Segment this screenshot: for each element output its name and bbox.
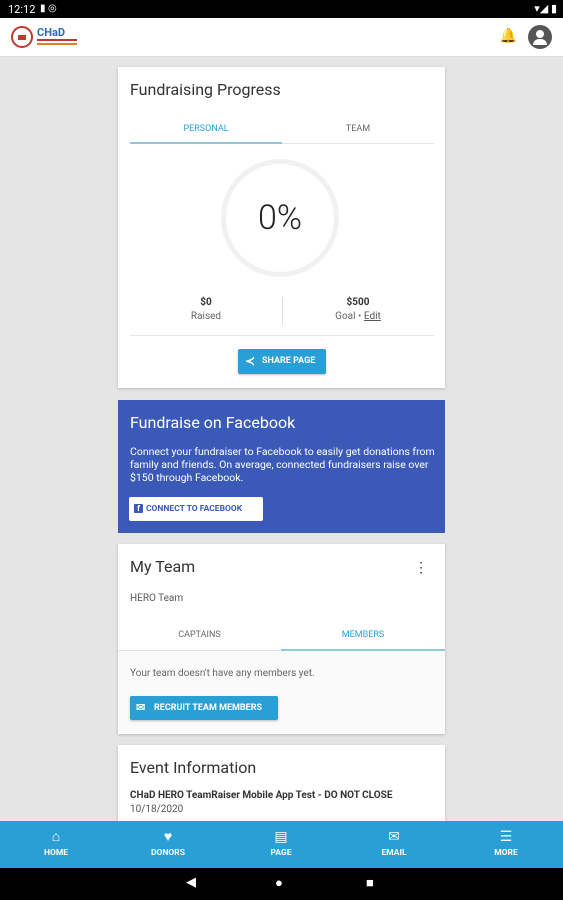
raised-stat: $0 Raised	[130, 297, 282, 322]
fundraising-progress-card: Fundraising Progress PERSONAL TEAM 0% $0…	[118, 67, 445, 388]
menu-icon: ☰	[499, 829, 513, 845]
more-vert-icon[interactable]: ⋮	[414, 560, 428, 576]
status-bar: 12:12 ▮ ◎ ▾◢ ▮	[0, 0, 563, 18]
bottom-navigation: ⌂ HOME ♥ DONORS ▤ PAGE ✉ EMAIL ☰ MORE	[0, 821, 563, 868]
goal-label: Goal •	[335, 311, 362, 322]
nav-more[interactable]: ☰ MORE	[450, 821, 562, 868]
recents-icon[interactable]: ■	[366, 875, 374, 891]
logo-text: CHaD	[37, 26, 65, 39]
progress-percent: 0%	[258, 198, 302, 238]
app-bar: CHaD 🔔	[0, 18, 563, 57]
page-icon: ▤	[274, 829, 288, 845]
tab-team[interactable]: TEAM	[282, 115, 434, 143]
tab-captains[interactable]: CAPTAINS	[118, 620, 281, 650]
team-members-panel: Your team doesn't have any members yet. …	[118, 651, 445, 734]
edit-goal-link[interactable]: Edit	[364, 311, 381, 322]
share-icon: ≺	[245, 354, 256, 368]
card-title: Fundraising Progress	[130, 80, 281, 99]
facebook-description: Connect your fundraiser to Facebook to e…	[130, 445, 435, 484]
empty-team-message: Your team doesn't have any members yet.	[130, 668, 315, 679]
team-tabs: CAPTAINS MEMBERS	[118, 620, 445, 651]
team-name: HERO Team	[130, 593, 184, 604]
facebook-icon: f	[134, 504, 143, 513]
progress-tabs: PERSONAL TEAM	[130, 115, 434, 144]
share-page-button[interactable]: ≺ SHARE PAGE	[238, 349, 326, 374]
facebook-title: Fundraise on Facebook	[130, 413, 296, 432]
chad-logo[interactable]: CHaD	[11, 26, 77, 50]
logo-emblem-icon	[11, 26, 33, 48]
event-card-title: Event Information	[130, 758, 257, 777]
notification-status-icons: ▮ ◎	[40, 3, 57, 14]
email-icon: ✉	[388, 829, 400, 845]
connect-facebook-button[interactable]: f CONNECT TO FACEBOOK	[129, 497, 263, 521]
raised-label: Raised	[190, 311, 222, 322]
event-name: CHaD HERO TeamRaiser Mobile App Test - D…	[130, 790, 393, 801]
status-time: 12:12	[8, 3, 36, 16]
nav-email[interactable]: ✉ EMAIL	[338, 821, 450, 868]
home-icon: ⌂	[51, 829, 61, 845]
nav-donors[interactable]: ♥ DONORS	[112, 821, 224, 868]
tab-personal[interactable]: PERSONAL	[130, 115, 282, 144]
account-circle-icon[interactable]	[528, 25, 552, 49]
back-icon[interactable]: ◀	[186, 875, 196, 890]
system-status-icons: ▾◢ ▮	[534, 2, 557, 15]
facebook-card: Fundraise on Facebook Connect your fundr…	[118, 400, 445, 533]
goal-amount: $500	[346, 297, 370, 308]
heart-icon: ♥	[163, 829, 173, 845]
team-card-title: My Team	[130, 557, 196, 576]
nav-page[interactable]: ▤ PAGE	[225, 821, 337, 868]
system-navigation-bar: ◀ ● ■	[0, 868, 563, 900]
nav-home[interactable]: ⌂ HOME	[0, 821, 112, 868]
goal-stat: $500 Goal • Edit	[282, 297, 434, 322]
my-team-card: My Team ⋮ HERO Team CAPTAINS MEMBERS You…	[118, 544, 445, 734]
bell-icon[interactable]: 🔔	[500, 28, 517, 44]
tab-members[interactable]: MEMBERS	[281, 620, 445, 651]
raised-amount: $0	[200, 297, 212, 308]
home-circle-icon[interactable]: ●	[275, 875, 283, 891]
recruit-team-members-button[interactable]: ✉ RECRUIT TEAM MEMBERS	[130, 696, 278, 720]
event-date: 10/18/2020	[130, 804, 184, 815]
email-icon: ✉	[136, 701, 146, 714]
